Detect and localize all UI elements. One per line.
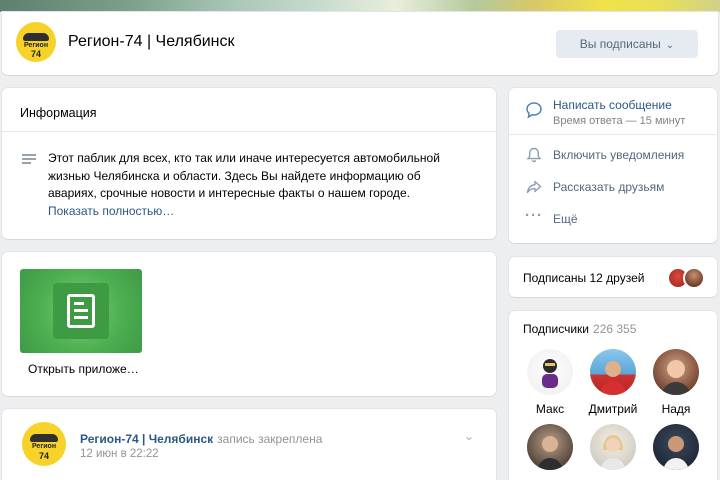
actions-card: Написать сообщение Время ответа — 15 мин…: [509, 88, 717, 243]
description-icon: [22, 154, 36, 164]
pinned-post: Регион 74 Регион-74 | Челябинск запись за…: [2, 409, 496, 480]
divider: [2, 131, 496, 132]
divider: [509, 134, 717, 135]
follower-avatar[interactable]: [590, 349, 636, 395]
logo-number: 74: [38, 451, 49, 461]
open-app-link[interactable]: Открыть приложе…: [28, 362, 139, 376]
info-card: Информация Этот паблик для всех, кто так…: [2, 88, 496, 239]
follower-name[interactable]: Макс: [520, 402, 580, 416]
logo-number: 74: [30, 49, 41, 59]
post-author-avatar[interactable]: Регион 74: [22, 422, 66, 466]
app-thumbnail[interactable]: [20, 269, 142, 353]
friend-avatar[interactable]: [683, 267, 705, 289]
subscribed-label: Вы подписаны: [579, 37, 661, 51]
more-icon: ···: [525, 207, 543, 224]
follower-name[interactable]: Надя: [646, 402, 706, 416]
followers-title[interactable]: Подписчики 226 355: [523, 322, 636, 336]
info-title: Информация: [20, 106, 97, 120]
group-avatar[interactable]: Регион 74: [16, 22, 56, 62]
cover-image: [0, 0, 720, 12]
group-header: Регион 74 Регион-74 | Челябинск Вы подпи…: [2, 12, 718, 75]
page-title: Регион-74 | Челябинск: [68, 33, 235, 50]
chevron-down-icon: ⌄: [665, 40, 675, 51]
share-label: Рассказать друзьям: [553, 180, 665, 194]
send-message-action[interactable]: Написать сообщение Время ответа — 15 мин…: [509, 98, 717, 128]
share-action[interactable]: Рассказать друзьям: [509, 178, 717, 198]
followers-count: 226 355: [593, 322, 637, 336]
follower-avatar[interactable]: [590, 424, 636, 470]
enable-notifications-label: Включить уведомления: [553, 148, 685, 162]
post-author: Регион-74 | Челябинск запись закреплена: [80, 432, 322, 446]
follower-avatar[interactable]: [653, 349, 699, 395]
followers-label: Подписчики: [523, 322, 590, 336]
car-icon: [30, 434, 58, 442]
pinned-note: запись закреплена: [217, 432, 323, 446]
app-icon: [53, 283, 109, 339]
show-more-link[interactable]: Показать полностью…: [48, 204, 174, 218]
post-author-link[interactable]: Регион-74 | Челябинск: [80, 432, 213, 446]
car-icon: [23, 33, 49, 41]
subscribed-button[interactable]: Вы подписаны ⌄: [556, 30, 698, 58]
friends-card[interactable]: Подписаны 12 друзей: [509, 257, 717, 297]
app-card: Открыть приложе…: [2, 252, 496, 396]
enable-notifications-action[interactable]: Включить уведомления: [509, 146, 717, 166]
bell-icon: [525, 146, 543, 164]
follower-name[interactable]: Дмитрий: [583, 402, 643, 416]
send-message-label: Написать сообщение: [553, 98, 672, 112]
friends-label: Подписаны 12 друзей: [523, 271, 645, 285]
share-icon: [525, 178, 543, 196]
info-description: Этот паблик для всех, кто так или иначе …: [48, 151, 440, 200]
message-icon: [525, 101, 543, 119]
follower-avatar[interactable]: [653, 424, 699, 470]
logo-text: Регион: [31, 443, 57, 450]
response-time: Время ответа — 15 минут: [553, 115, 686, 127]
more-label: Ещё: [553, 212, 578, 226]
more-action[interactable]: ··· Ещё: [509, 207, 717, 230]
document-icon: [67, 294, 95, 328]
chevron-down-icon[interactable]: ⌄: [464, 429, 474, 443]
followers-card: Подписчики 226 355 Макс Дмитрий Надя: [509, 311, 717, 480]
follower-avatar[interactable]: [527, 349, 573, 395]
follower-avatar[interactable]: [527, 424, 573, 470]
post-date[interactable]: 12 июн в 22:22: [80, 448, 159, 460]
